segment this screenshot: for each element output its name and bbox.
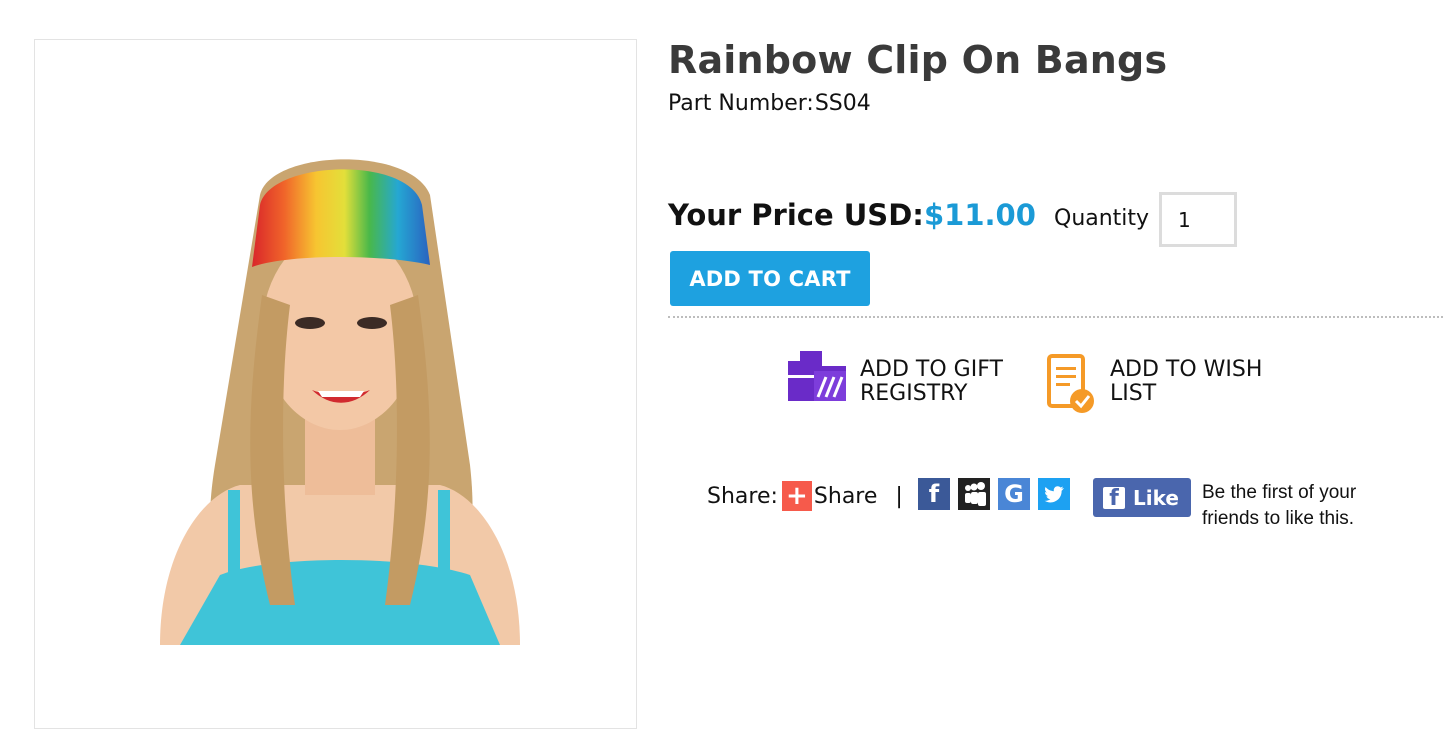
quantity-input[interactable] [1159, 192, 1237, 247]
myspace-glyph [965, 482, 986, 506]
gift-registry-label: ADD TO GIFT REGISTRY [860, 357, 1003, 406]
addthis-share-button[interactable]: + Share [781, 481, 878, 511]
price-label: Your Price USD: [668, 198, 924, 232]
share-button-text: Share [813, 483, 878, 509]
facebook-like-button[interactable]: f Like [1093, 478, 1191, 517]
google-icon[interactable]: G [998, 478, 1030, 510]
facebook-icon[interactable]: f [918, 478, 950, 510]
like-button-label: Like [1133, 485, 1179, 510]
facebook-like-message: Be the first of your friends to like thi… [1202, 482, 1357, 529]
price-value: $11.00 [924, 198, 1036, 232]
part-number-label: Part Number: [668, 91, 814, 116]
plus-icon: + [781, 481, 812, 511]
myspace-icon[interactable] [958, 478, 990, 510]
product-photo[interactable] [120, 135, 560, 645]
gift-registry-icon [788, 351, 846, 401]
add-to-gift-registry-button[interactable]: ADD TO GIFT REGISTRY [786, 349, 1030, 406]
twitter-icon[interactable] [1038, 478, 1070, 510]
part-number-value: SS04 [814, 91, 871, 116]
share-label: Share: [707, 483, 778, 509]
section-divider [668, 316, 1443, 318]
facebook-f-icon: f [1103, 486, 1125, 510]
product-title: Rainbow Clip On Bangs [668, 38, 1168, 82]
add-to-wish-list-button[interactable]: ADD TO WISH LIST [1046, 353, 1280, 415]
wish-list-icon [1047, 354, 1094, 413]
wish-list-label: ADD TO WISH LIST [1110, 357, 1263, 406]
share-bar: Share: + Share | [707, 478, 903, 514]
twitter-bird-glyph [1044, 486, 1064, 503]
share-separator: | [895, 483, 903, 509]
product-image-frame [34, 39, 637, 729]
quantity-label: Quantity [1054, 206, 1150, 231]
part-number-line: Part Number:SS04 [668, 91, 871, 116]
add-to-cart-button[interactable]: ADD TO CART [670, 251, 870, 306]
